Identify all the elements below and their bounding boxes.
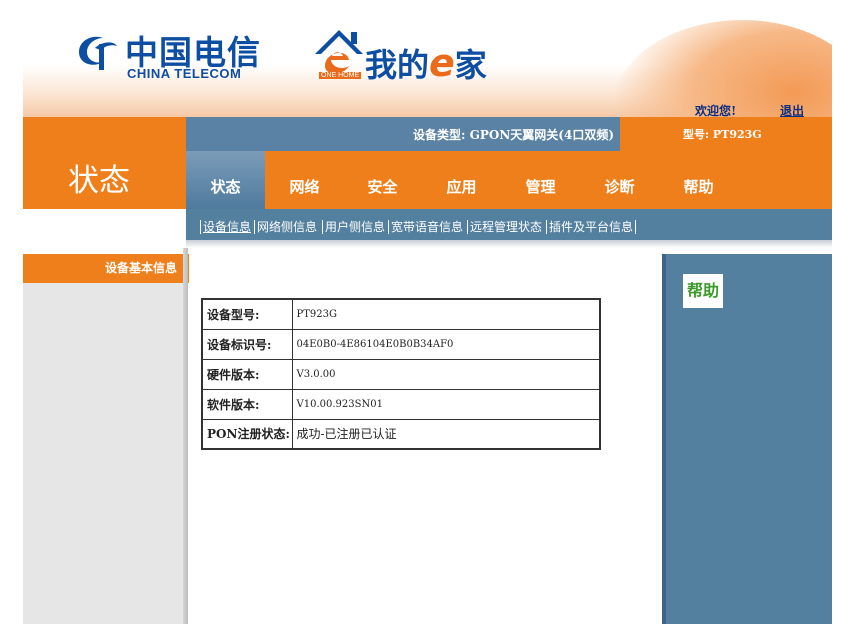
left-sidebar [23,254,183,624]
device-info-table: 设备型号: PT923G 设备标识号: 04E0B0-4E86104E0B0B3… [201,298,601,450]
row-label: 设备标识号: [201,328,293,360]
subtab-broadband-voice-info[interactable]: 宽带语音信息 [388,220,463,234]
help-title: 帮助 [683,274,723,308]
subtab-user-side-info[interactable]: 用户侧信息 [322,220,385,234]
logout-link[interactable]: 退出 [780,102,804,117]
row-label: 硬件版本: [201,358,293,390]
table-row: 设备型号: PT923G [201,298,601,330]
row-label: PON注册状态: [201,418,293,450]
subtab-network-side-info[interactable]: 网络侧信息 [254,220,317,234]
subnav-shadow [186,240,832,248]
tab-security[interactable]: 安全 [343,151,422,209]
row-value: PT923G [291,298,601,330]
row-label: 设备型号: [201,298,293,330]
logo-english-text: CHINA TELECOM [127,66,242,81]
header-banner: 中国电信 CHINA TELECOM ONE HOME 我的e家 欢迎您! 退出 [23,0,832,117]
row-value: 成功-已注册已认证 [291,418,601,450]
row-value: V3.0.00 [291,358,601,390]
welcome-text: 欢迎您! [695,104,737,117]
table-row: 软件版本: V10.00.923SN01 [201,388,601,420]
sub-nav: 设备信息 网络侧信息 用户侧信息 宽带语音信息 远程管理状态 插件及平台信息 [186,209,832,240]
help-panel-edge [662,254,666,624]
title-spacer [23,209,186,244]
telecom-logo-icon [79,36,117,70]
row-label: 软件版本: [201,388,293,420]
subtab-device-info[interactable]: 设备信息 [200,220,251,234]
model-text: 型号: PT923G [683,128,762,141]
device-type-bar: 设备类型: GPON天翼网关(4口双频) [186,117,620,151]
row-value: 04E0B0-4E86104E0B0B34AF0 [291,328,601,360]
tab-status[interactable]: 状态 [186,151,265,209]
table-row: 硬件版本: V3.0.00 [201,358,601,390]
table-row: 设备标识号: 04E0B0-4E86104E0B0B34AF0 [201,328,601,360]
row-value: V10.00.923SN01 [291,388,601,420]
tab-management[interactable]: 管理 [501,151,580,209]
page-title: 状态 [68,163,130,199]
page-title-block: 状态 [23,117,186,209]
my-ehome-text: 我的e家 [365,41,487,85]
device-type-text: 设备类型: GPON天翼网关(4口双频) [412,128,614,142]
subtab-remote-management-status[interactable]: 远程管理状态 [467,220,542,234]
one-home-badge: ONE HOME [319,72,362,79]
tab-help[interactable]: 帮助 [659,151,738,209]
sidebar-item-device-basic-info[interactable]: 设备基本信息 [23,254,189,283]
help-panel [662,254,832,624]
main-nav: 状态 网络 安全 应用 管理 诊断 帮助 [186,151,832,209]
sidebar-divider [183,248,188,624]
tab-diagnosis[interactable]: 诊断 [580,151,659,209]
tab-application[interactable]: 应用 [422,151,501,209]
subtab-plugin-platform-info[interactable]: 插件及平台信息 [546,220,637,234]
model-bar: 型号: PT923G [620,117,832,151]
tab-network[interactable]: 网络 [265,151,344,209]
table-row: PON注册状态: 成功-已注册已认证 [201,418,601,450]
